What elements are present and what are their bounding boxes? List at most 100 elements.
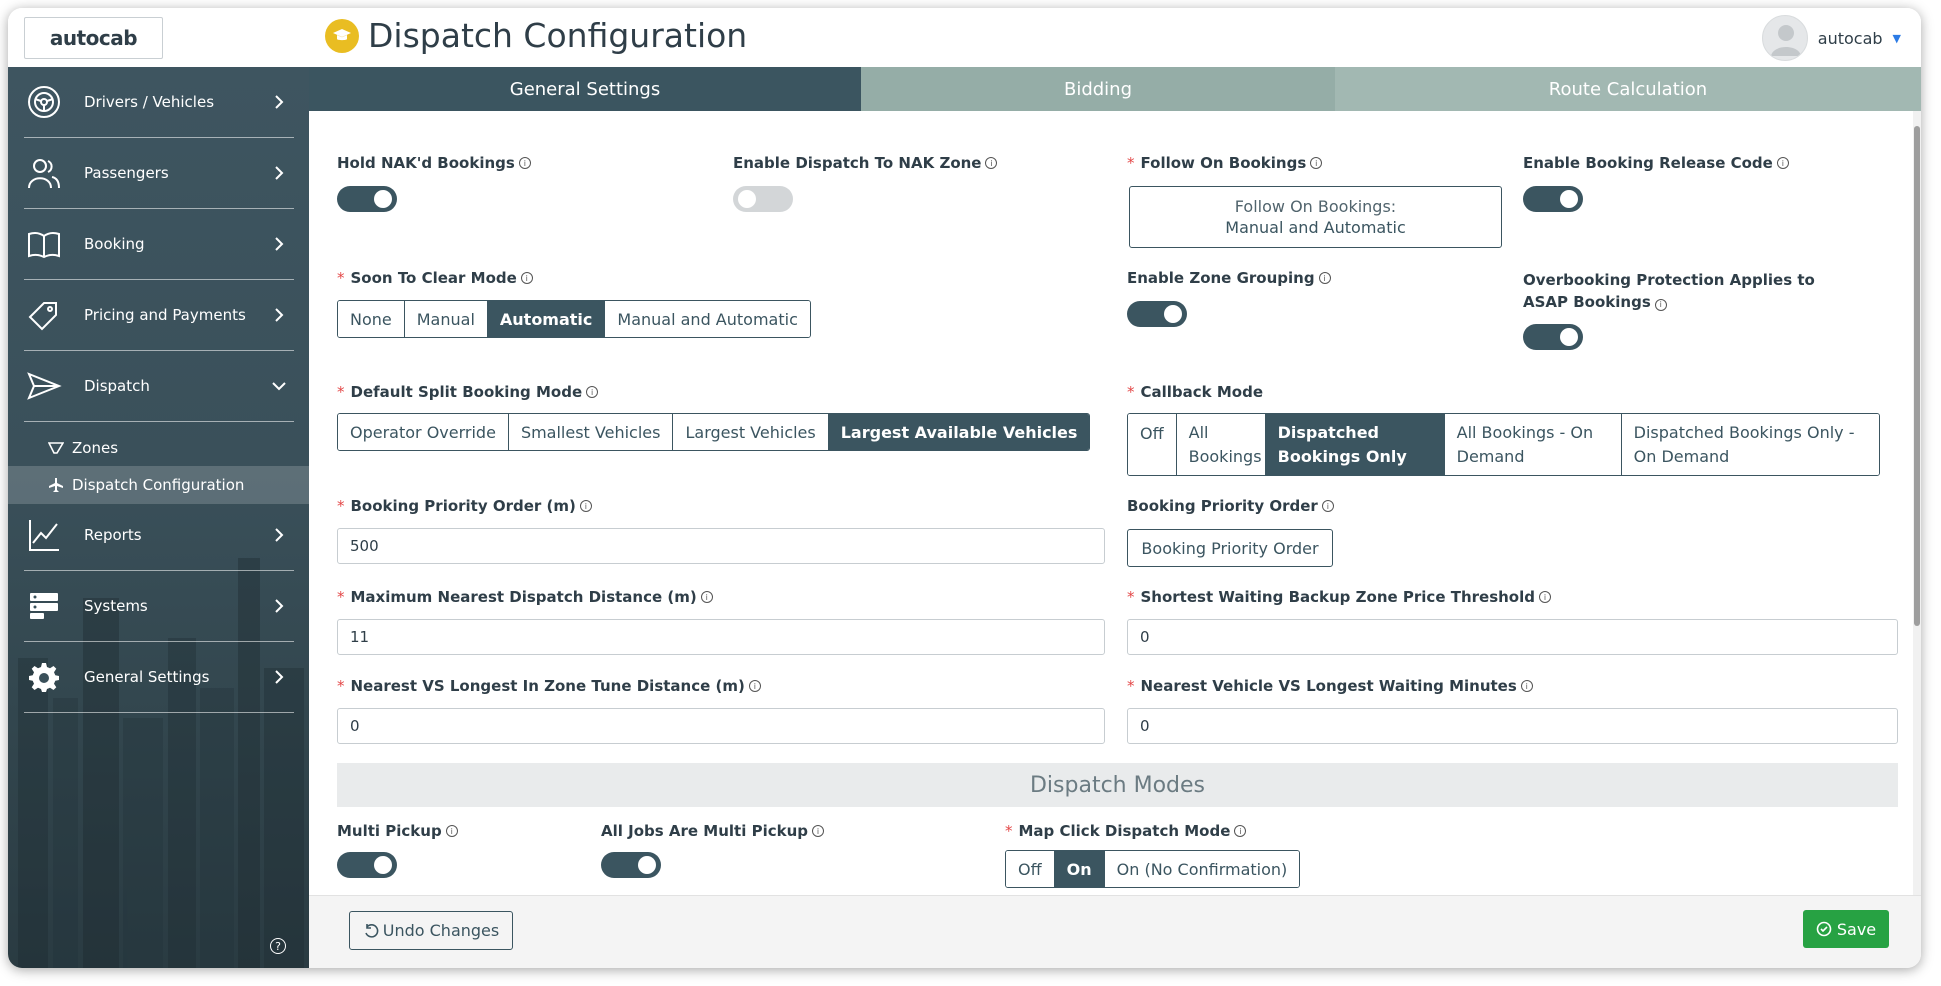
info-icon[interactable]: i (1234, 825, 1247, 837)
required-asterisk: * (1005, 822, 1013, 840)
callback-mode-option[interactable]: Dispatched Bookings Only - On Demand (1621, 414, 1879, 475)
callback-mode-label: * Callback Mode (1127, 383, 1264, 401)
info-icon[interactable]: i (700, 591, 713, 603)
undo-icon (365, 923, 379, 938)
info-icon[interactable]: i (586, 386, 599, 398)
info-icon[interactable]: i (1520, 680, 1533, 692)
info-icon[interactable]: i (445, 825, 458, 837)
sidebar-item-general-settings[interactable]: General Settings (24, 642, 294, 713)
content-scrollbar[interactable] (1913, 111, 1921, 895)
save-button[interactable]: Save (1803, 910, 1889, 948)
shortest-waiting-label: * Shortest Waiting Backup Zone Price Thre… (1127, 588, 1551, 606)
info-icon[interactable]: i (1776, 157, 1789, 169)
sidebar-item-reports[interactable]: Reports (24, 500, 294, 571)
user-name[interactable]: autocab (1818, 29, 1883, 48)
info-icon[interactable]: i (748, 680, 761, 692)
enable-dispatch-nak-label: Enable Dispatch To NAK Zone i (733, 154, 998, 172)
priority-order-m-input[interactable]: 500 (337, 528, 1105, 564)
all-jobs-multi-label: All Jobs Are Multi Pickup i (601, 822, 824, 840)
zone-icon (48, 441, 68, 455)
required-asterisk: * (1127, 154, 1135, 172)
settings-form: Hold NAK'd Bookings i Enable Dispatch To … (309, 111, 1921, 895)
info-icon[interactable]: i (1538, 591, 1551, 603)
sidebar-item-label: Drivers / Vehicles (84, 93, 215, 111)
split-booking-option[interactable]: Largest Vehicles (673, 414, 829, 450)
split-booking-option[interactable]: Smallest Vehicles (508, 414, 674, 450)
shortest-waiting-input[interactable]: 0 (1127, 619, 1898, 655)
nearest-vs-longest-input[interactable]: 0 (337, 708, 1105, 744)
info-icon[interactable]: i (1318, 272, 1331, 284)
nearest-vehicle-input[interactable]: 0 (1127, 708, 1898, 744)
split-booking-option-selected[interactable]: Largest Available Vehicles (828, 414, 1090, 450)
soon-to-clear-option[interactable]: Manual and Automatic (605, 301, 810, 337)
tab-bidding[interactable]: Bidding (861, 67, 1335, 111)
sidebar-subitem-dispatch-configuration[interactable]: Dispatch Configuration (8, 466, 309, 504)
sidebar-item-drivers-vehicles[interactable]: Drivers / Vehicles (24, 67, 294, 138)
chevron-right-icon (275, 670, 284, 684)
help-icon[interactable]: ? (270, 938, 286, 954)
sidebar-subitem-zones[interactable]: Zones (8, 429, 309, 467)
sidebar: Drivers / Vehicles Passengers Booking Pr… (8, 67, 309, 968)
info-icon[interactable]: i (1654, 299, 1667, 311)
dispatch-modes-section-header: Dispatch Modes (337, 763, 1898, 807)
required-asterisk: * (1127, 588, 1135, 606)
soon-to-clear-option-selected[interactable]: Automatic (487, 301, 606, 337)
split-booking-option[interactable]: Operator Override (338, 414, 509, 450)
callback-mode-option[interactable]: All Bookings - On Demand (1444, 414, 1622, 475)
enable-dispatch-nak-toggle[interactable] (733, 186, 793, 212)
sidebar-item-booking[interactable]: Booking (24, 209, 294, 280)
info-icon[interactable]: i (518, 157, 531, 169)
max-nearest-input[interactable]: 11 (337, 619, 1105, 655)
booking-release-toggle[interactable] (1523, 186, 1583, 212)
info-icon[interactable]: i (985, 157, 998, 169)
tab-general-settings[interactable]: General Settings (309, 67, 861, 121)
soon-to-clear-label: * Soon To Clear Mode i (337, 269, 533, 287)
sidebar-item-passengers[interactable]: Passengers (24, 138, 294, 209)
booking-priority-order-button[interactable]: Booking Priority Order (1127, 529, 1333, 567)
user-menu[interactable]: autocab ▼ (1761, 14, 1901, 62)
tab-route-calculation[interactable]: Route Calculation (1335, 67, 1921, 111)
map-click-segmented: Off On On (No Confirmation) (1005, 850, 1301, 888)
callback-mode-option-selected[interactable]: Dispatched Bookings Only (1265, 414, 1445, 475)
info-icon[interactable]: i (1321, 500, 1334, 512)
scrollbar-thumb[interactable] (1914, 126, 1920, 626)
sidebar-item-label: Booking (84, 235, 145, 253)
split-booking-label: * Default Split Booking Mode i (337, 383, 599, 401)
sidebar-item-dispatch[interactable]: Dispatch (24, 351, 294, 422)
sidebar-item-systems[interactable]: Systems (24, 571, 294, 642)
multi-pickup-toggle[interactable] (337, 852, 397, 878)
steering-wheel-icon (24, 82, 64, 122)
overbooking-toggle[interactable] (1523, 324, 1583, 350)
all-jobs-multi-toggle[interactable] (601, 852, 661, 878)
soon-to-clear-option[interactable]: None (338, 301, 405, 337)
callback-mode-option[interactable]: All Bookings (1176, 414, 1266, 475)
info-icon[interactable]: i (579, 500, 592, 512)
sidebar-item-label: Pricing and Payments (84, 306, 246, 324)
avatar-icon[interactable] (1761, 15, 1808, 61)
required-asterisk: * (337, 588, 345, 606)
graduation-cap-icon[interactable] (325, 19, 359, 53)
overbooking-label: Overbooking Protection Applies to ASAP B… (1523, 271, 1815, 311)
callback-mode-option[interactable]: Off (1128, 414, 1177, 475)
sidebar-item-pricing-payments[interactable]: Pricing and Payments (24, 280, 294, 351)
save-label: Save (1836, 919, 1877, 939)
undo-changes-button[interactable]: Undo Changes (349, 911, 513, 950)
server-icon (24, 586, 64, 626)
chevron-down-icon[interactable]: ▼ (1893, 32, 1901, 45)
sidebar-item-label: Systems (84, 597, 148, 615)
map-click-option[interactable]: Off (1006, 851, 1055, 887)
soon-to-clear-option[interactable]: Manual (404, 301, 488, 337)
map-click-option-selected[interactable]: On (1054, 851, 1105, 887)
follow-on-bookings-button[interactable]: Follow On Bookings: Manual and Automatic (1129, 186, 1502, 248)
plane-icon (48, 477, 68, 493)
chart-line-icon (24, 515, 64, 555)
priority-order-label: Booking Priority Order i (1127, 497, 1334, 515)
info-icon[interactable]: i (812, 825, 824, 837)
chevron-right-icon (275, 308, 284, 322)
zone-grouping-toggle[interactable] (1127, 301, 1187, 327)
hold-naked-toggle[interactable] (337, 186, 397, 212)
info-icon[interactable]: i (1310, 157, 1323, 169)
map-click-option[interactable]: On (No Confirmation) (1104, 851, 1300, 887)
info-icon[interactable]: i (520, 272, 533, 284)
autocab-logo[interactable]: autocab (24, 17, 163, 59)
